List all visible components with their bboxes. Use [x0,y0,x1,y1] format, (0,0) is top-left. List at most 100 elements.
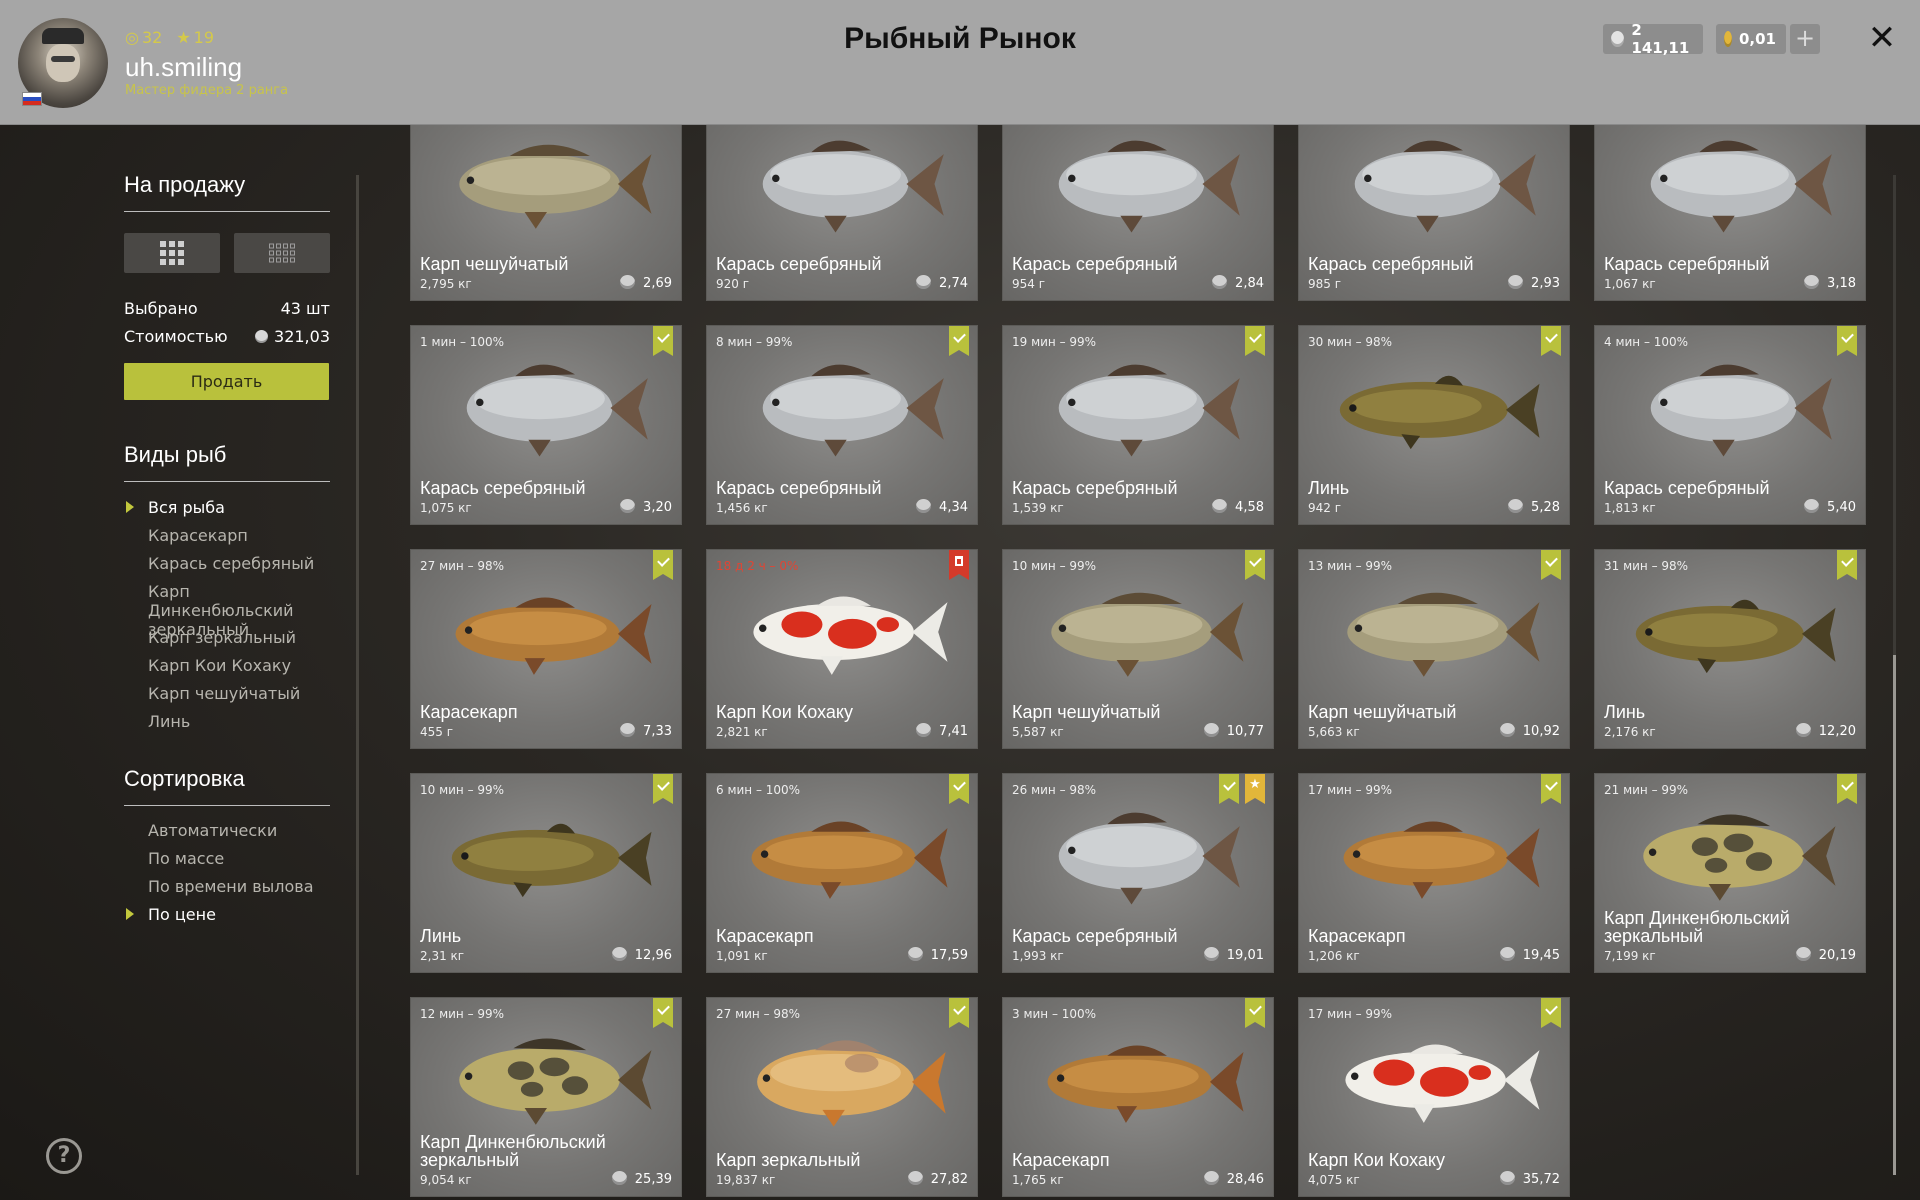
fish-card[interactable]: 13 мин – 99% Карп чешуйчатый 5,663 кг 10,92 [1298,549,1570,749]
selected-check-icon[interactable] [949,774,969,804]
crucian-fish-icon [762,140,944,233]
selected-check-icon[interactable] [1245,550,1265,580]
species-filter-item[interactable]: Карась серебряный [148,554,338,573]
selected-check-icon[interactable] [949,998,969,1028]
fish-name: Карась серебряный [716,478,882,498]
coin-icon [1795,947,1811,961]
coin-icon [611,1171,627,1185]
coin-icon [1203,947,1219,961]
selected-check-icon[interactable] [653,326,673,356]
tench-fish-icon [1339,375,1540,450]
fish-card[interactable]: 30 мин – 98% Линь 942 г 5,28 [1298,325,1570,525]
fish-card[interactable]: 27 мин – 98% Карасекарп 455 г 7,33 [410,549,682,749]
species-filter-item[interactable]: Карасекарп [148,526,338,545]
fish-weight: 7,199 кг [1604,949,1656,963]
sort-option-price[interactable]: По цене [126,905,338,924]
favorite-star-icon[interactable]: ★ [1245,774,1265,804]
selected-check-icon[interactable] [1541,326,1561,356]
fish-card[interactable]: 19 мин – 99% Карась серебряный 1,539 кг 4,5… [1002,325,1274,525]
selected-check-icon[interactable] [1245,326,1265,356]
fish-card[interactable]: 31 мин – 98% Линь 2,176 кг 12,20 [1594,549,1866,749]
scrollbar-thumb[interactable] [1893,655,1896,1175]
selected-check-icon[interactable] [653,550,673,580]
add-gold-button[interactable]: + [1790,24,1820,54]
selected-check-icon[interactable] [949,326,969,356]
selected-check-icon[interactable] [653,774,673,804]
fish-card[interactable]: 6 мин – 100% Карасекарп 1,091 кг 17,59 [706,773,978,973]
fish-price: 7,33 [620,723,672,739]
fish-price: 2,74 [916,275,968,291]
close-button[interactable]: ✕ [1862,18,1902,58]
catch-time: 27 мин – 98% [716,1007,801,1021]
crucian-fish-icon [1650,364,1832,457]
coin-icon [907,1171,923,1185]
fish-price: 2,84 [1212,275,1264,291]
fish-name: Карасекарп [1012,1150,1110,1170]
sort-option-mass[interactable]: По массе [148,849,338,868]
section-divider [124,211,330,212]
coin-icon [1212,499,1228,513]
fish-card[interactable]: 4 мин – 100% Карась серебряный 1,813 кг 5,4… [1594,325,1866,525]
fish-weight: 920 г [716,277,750,291]
coin-icon [1508,499,1524,513]
sort-option-auto[interactable]: Автоматически [148,821,338,840]
selected-check-icon[interactable] [653,998,673,1028]
selected-check-icon[interactable] [1541,550,1561,580]
fish-weight: 2,795 кг [420,277,472,291]
fish-weight: 1,993 кг [1012,949,1064,963]
species-filter-all[interactable]: Вся рыба [126,498,338,517]
species-filter-item[interactable]: Карп чешуйчатый [148,684,338,703]
fish-card[interactable]: 10 мин – 99% Линь 2,31 кг 12,96 [410,773,682,973]
fish-card[interactable]: 17 мин – 99% Карасекарп 1,206 кг 19,45 [1298,773,1570,973]
fish-card[interactable]: 12 мин – 99% Карп Динкенбюльский зеркальн… [410,997,682,1197]
fish-weight: 9,054 кг [420,1173,472,1187]
selected-check-icon[interactable] [1837,550,1857,580]
fish-card[interactable]: Карась серебряный 985 г 2,93 [1298,125,1570,301]
fish-card[interactable]: 26 мин – 98% Карась серебряный 1,993 кг 19,… [1002,773,1274,973]
fish-card[interactable]: Карась серебряный 920 г 2,74 [706,125,978,301]
species-filter-item[interactable]: Линь [148,712,338,731]
fish-card[interactable]: 1 мин – 100% Карась серебряный 1,075 кг 3,2… [410,325,682,525]
trash-icon[interactable] [949,550,969,580]
selected-check-icon[interactable] [1541,774,1561,804]
selected-check-icon[interactable] [1541,998,1561,1028]
fish-price: 2,69 [620,275,672,291]
fish-card[interactable]: 8 мин – 99% Карась серебряный 1,456 кг 4,34 [706,325,978,525]
gold-coin-icon [1724,31,1732,47]
large-grid-view-button[interactable] [124,233,220,273]
koi-fish-icon [1345,1044,1540,1123]
catch-time: 10 мин – 99% [420,783,505,797]
fish-card[interactable]: 27 мин – 98% Карп зеркальный 19,837 кг 27,8… [706,997,978,1197]
fish-price: 7,41 [916,723,968,739]
fish-price: 2,93 [1508,275,1560,291]
crucian-fish-icon [1058,812,1240,905]
common-carp-fish-icon [459,144,652,229]
fish-weight: 1,206 кг [1308,949,1360,963]
fish-card[interactable]: 21 мин – 99% Карп Динкенбюльский зеркальн… [1594,773,1866,973]
sell-button[interactable]: Продать [124,363,329,400]
fish-name: Карась серебряный [1012,926,1178,946]
small-grid-view-button[interactable] [234,233,330,273]
common-carp-fish-icon [1347,592,1540,677]
selected-check-icon[interactable] [1837,774,1857,804]
catch-time: 4 мин – 100% [1604,335,1689,349]
fish-card[interactable]: Карась серебряный 1,067 кг 3,18 [1594,125,1866,301]
fish-card[interactable]: 18 д 2 ч – 0% Карп Кои Кохаку 2,821 кг 7,41 [706,549,978,749]
species-filter-item[interactable]: Карп Кои Кохаку [148,656,338,675]
fish-card[interactable]: 3 мин – 100% Карасекарп 1,765 кг 28,46 [1002,997,1274,1197]
coin-icon [1795,723,1811,737]
fish-card[interactable]: 17 мин – 99% Карп Кои Кохаку 4,075 кг 35,72 [1298,997,1570,1197]
help-button[interactable]: ? [46,1138,82,1174]
fish-card[interactable]: Карась серебряный 954 г 2,84 [1002,125,1274,301]
catch-time: 21 мин – 99% [1604,783,1689,797]
selected-check-icon[interactable] [1245,998,1265,1028]
species-filter-item[interactable]: Карп зеркальный [148,628,338,647]
selected-check-icon[interactable] [1837,326,1857,356]
coin-icon [907,947,923,961]
fish-card[interactable]: Карп чешуйчатый 2,795 кг 2,69 [410,125,682,301]
coin-icon [1499,723,1515,737]
sort-option-catch-time[interactable]: По времени вылова [148,877,338,896]
fish-card[interactable]: 10 мин – 99% Карп чешуйчатый 5,587 кг 10,77 [1002,549,1274,749]
selected-arrow-icon [126,501,134,513]
large-grid-icon [160,241,184,265]
